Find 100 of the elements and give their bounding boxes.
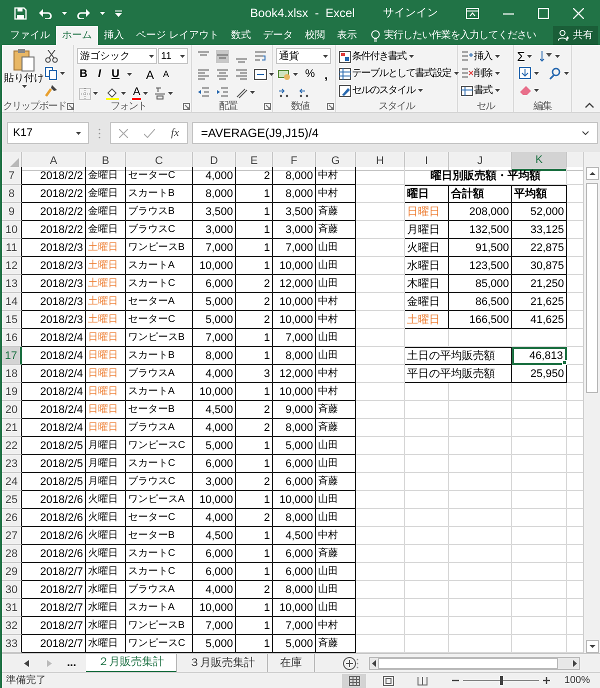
row-header[interactable]: 22 <box>2 437 22 455</box>
caret-icon[interactable] <box>269 73 274 76</box>
add-sheet-icon[interactable] <box>343 656 356 670</box>
sign-in-link[interactable]: サインイン <box>383 4 438 22</box>
cells-menu-button[interactable]: 削除 <box>461 65 502 82</box>
grow-font-button[interactable]: A <box>143 66 157 84</box>
ribbon-tab[interactable]: 数式 <box>224 26 257 45</box>
column-header[interactable]: F <box>273 152 316 170</box>
scissors-icon[interactable] <box>45 50 58 63</box>
ribbon-tab[interactable]: ページ レイアウト <box>130 26 225 45</box>
row-header[interactable]: 20 <box>2 401 22 419</box>
caret-icon[interactable] <box>495 72 500 75</box>
slider-thumb[interactable] <box>500 676 504 685</box>
caret-icon[interactable] <box>22 85 26 88</box>
caret-icon[interactable] <box>555 55 560 58</box>
ribbon-tab[interactable]: ファイル <box>4 26 56 45</box>
currency-icon[interactable] <box>278 68 291 81</box>
caret-icon[interactable] <box>76 132 81 134</box>
view-button[interactable] <box>342 674 366 688</box>
zoom-slider[interactable] <box>463 676 540 685</box>
underline-button[interactable]: U <box>109 66 122 83</box>
scroll-up-icon[interactable] <box>586 167 598 180</box>
launcher-icon[interactable] <box>183 102 190 110</box>
row-header[interactable]: 13 <box>2 275 22 293</box>
row-header[interactable]: 23 <box>2 455 22 473</box>
save-icon[interactable] <box>14 6 27 20</box>
caret-icon[interactable] <box>93 92 98 95</box>
row-header[interactable]: 24 <box>2 473 22 491</box>
row-header[interactable]: 29 <box>2 563 22 581</box>
column-header[interactable]: K <box>512 152 567 170</box>
caret-icon[interactable] <box>527 55 532 58</box>
styles-menu-button[interactable]: セルのスタイル <box>339 82 461 99</box>
row-header[interactable]: 28 <box>2 545 22 563</box>
ribbon-tab[interactable]: データ <box>256 26 299 45</box>
row-header[interactable]: 16 <box>2 329 22 347</box>
row-header[interactable]: 32 <box>2 617 22 635</box>
phonetic-icon[interactable] <box>154 87 166 100</box>
scrollbar-thumb[interactable] <box>378 658 558 668</box>
shrink-font-button[interactable]: A <box>160 68 172 82</box>
row-header[interactable]: 9 <box>2 203 22 221</box>
expand-icon[interactable] <box>582 130 589 136</box>
autosum-button[interactable]: Σ <box>517 50 534 63</box>
column-header[interactable]: I <box>405 152 449 170</box>
more-sheets-button[interactable]: ... <box>67 654 76 672</box>
caret-icon[interactable] <box>323 54 328 58</box>
sheet-tab[interactable]: ２月販売集計 <box>86 654 178 672</box>
column-header[interactable]: C <box>126 152 193 170</box>
fill-down-icon[interactable] <box>519 67 532 80</box>
caret-icon[interactable] <box>534 89 539 92</box>
row-header[interactable]: 11 <box>2 239 22 257</box>
cells-menu-button[interactable]: 挿入 <box>461 48 502 65</box>
caret-icon[interactable] <box>60 72 65 75</box>
font-color-button[interactable]: A <box>132 85 150 102</box>
align-center-icon[interactable] <box>216 68 229 81</box>
scroll-right-icon[interactable] <box>571 658 579 668</box>
increase-decimal-icon[interactable] <box>278 87 291 100</box>
font-size-field[interactable]: 11 <box>158 48 188 64</box>
caret-icon[interactable] <box>534 72 539 75</box>
caret-icon[interactable] <box>180 54 185 58</box>
comma-button[interactable]: , <box>322 66 330 84</box>
row-header[interactable]: 15 <box>2 311 22 329</box>
zoom-level[interactable]: 100% <box>564 673 590 688</box>
caret-icon[interactable] <box>149 54 154 58</box>
row-header[interactable]: 33 <box>2 635 22 653</box>
number-format-field[interactable]: 通貨 <box>276 48 331 64</box>
search-icon[interactable] <box>549 67 562 80</box>
column-header[interactable]: H <box>356 152 405 170</box>
ribbon-tab[interactable]: 校閲 <box>298 26 331 45</box>
column-header[interactable]: D <box>193 152 236 170</box>
align-right-icon[interactable] <box>235 68 248 81</box>
bold-button[interactable]: B <box>77 66 90 83</box>
sort-filter-icon[interactable] <box>540 50 554 63</box>
row-header[interactable]: 30 <box>2 581 22 599</box>
row-header[interactable]: 21 <box>2 419 22 437</box>
undo-icon[interactable] <box>39 8 52 18</box>
wrap-text-icon[interactable] <box>254 50 267 63</box>
caret-icon[interactable] <box>121 92 126 95</box>
insert-function-button[interactable]: fx <box>171 124 179 142</box>
row-header[interactable]: 8 <box>2 185 22 203</box>
caret-icon[interactable] <box>409 55 414 58</box>
caret-icon[interactable] <box>418 89 423 92</box>
zoom-out-icon[interactable] <box>452 677 460 684</box>
share-button[interactable]: 共有 <box>553 26 598 45</box>
increase-indent-icon[interactable] <box>216 86 229 99</box>
launcher-icon[interactable] <box>327 102 334 110</box>
row-header[interactable]: 26 <box>2 509 22 527</box>
vertical-scrollbar[interactable] <box>583 152 600 653</box>
percent-button[interactable]: % <box>305 66 315 83</box>
row-header[interactable]: 31 <box>2 599 22 617</box>
scrollbar-thumb[interactable] <box>586 183 598 393</box>
font-name-field[interactable]: 游ゴシック <box>77 48 157 64</box>
caret-icon[interactable] <box>143 92 148 95</box>
zoom-in-icon[interactable] <box>543 677 550 684</box>
row-header[interactable]: 18 <box>2 365 22 383</box>
fill-color-icon[interactable] <box>106 87 119 100</box>
paste-button[interactable]: 貼り付け <box>5 48 43 99</box>
row-header[interactable]: 25 <box>2 491 22 509</box>
customize-icon[interactable] <box>115 10 122 16</box>
ribbon-tab[interactable]: 表示 <box>330 26 363 45</box>
close-icon[interactable] <box>573 8 584 18</box>
